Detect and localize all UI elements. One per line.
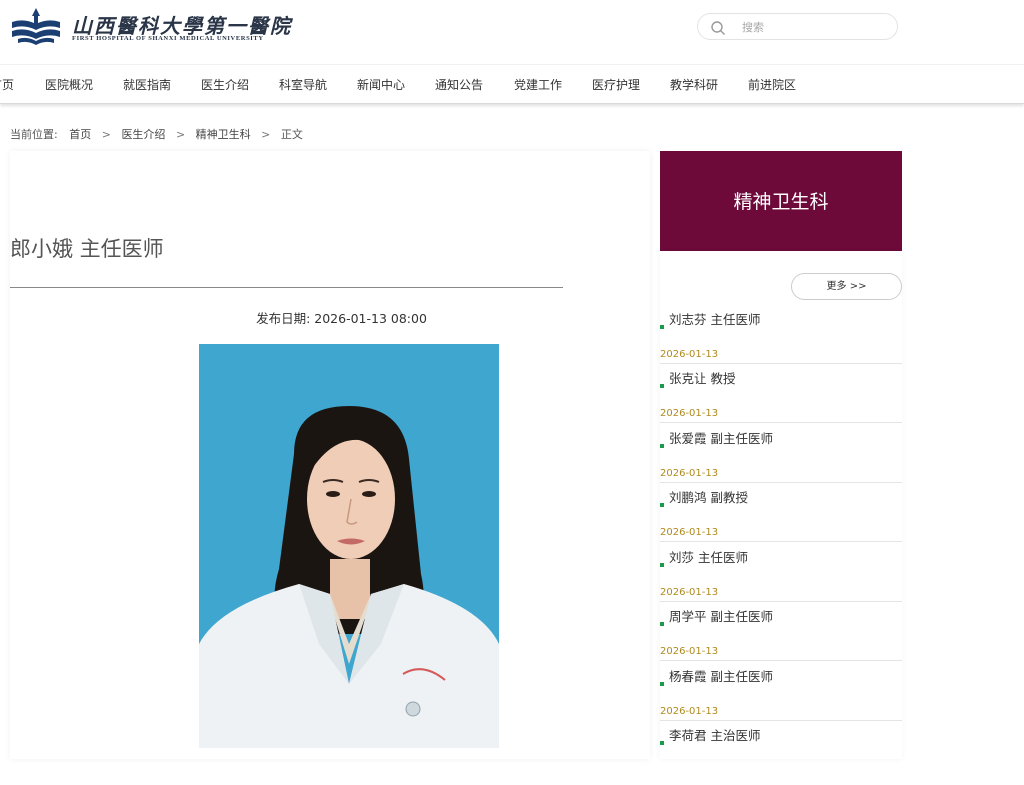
bullet-icon [660, 444, 664, 448]
doctor-portrait-image [199, 344, 499, 748]
list-divider [660, 482, 902, 483]
site-header: 山西醫科大學第一醫院 FIRST HOSPITAL OF SHANXI MEDI… [0, 0, 1024, 64]
bullet-icon [660, 325, 664, 329]
breadcrumb-home[interactable]: 首页 [69, 126, 91, 142]
list-divider [660, 363, 902, 364]
list-divider [660, 601, 902, 602]
nav-item-home[interactable]: 首页 [0, 76, 14, 93]
doctor-link[interactable]: 杨春霞 副主任医师 [669, 666, 773, 685]
nav-item-qianjin-campus[interactable]: 前进院区 [748, 76, 796, 93]
nav-item-visit-guide[interactable]: 就医指南 [123, 76, 171, 93]
doctor-date: 2026-01-13 [660, 527, 719, 538]
list-item[interactable]: 杨春霞 副主任医师 2026-01-13 [660, 666, 902, 726]
hospital-logo[interactable]: 山西醫科大學第一醫院 FIRST HOSPITAL OF SHANXI MEDI… [10, 6, 290, 46]
sidebar-title: 精神卫生科 [733, 191, 829, 213]
main-nav: 首页 医院概况 就医指南 医生介绍 科室导航 新闻中心 通知公告 党建工作 医疗… [0, 64, 1024, 104]
doctor-link[interactable]: 周学平 副主任医师 [669, 606, 773, 625]
doctor-link[interactable]: 李荷君 主治医师 [669, 725, 760, 744]
list-item[interactable]: 刘志芬 主任医师 2026-01-13 [660, 309, 902, 369]
doctor-link[interactable]: 张爱霞 副主任医师 [669, 428, 773, 447]
breadcrumb: 当前位置: 首页 > 医生介绍 > 精神卫生科 > 正文 [10, 126, 303, 142]
nav-item-medical-nursing[interactable]: 医疗护理 [592, 76, 640, 93]
page-title: 郎小娥 主任医师 [10, 237, 164, 261]
publish-date: 发布日期: 2026-01-13 08:00 [10, 308, 673, 327]
hospital-emblem-icon [12, 8, 60, 45]
list-divider [660, 422, 902, 423]
doctor-link[interactable]: 刘鹏鸿 副教授 [669, 487, 748, 506]
breadcrumb-label: 当前位置: [10, 128, 58, 141]
list-item[interactable]: 周学平 副主任医师 2026-01-13 [660, 606, 902, 666]
list-item[interactable]: 李荷君 主治医师 [660, 725, 902, 785]
nav-item-party-building[interactable]: 党建工作 [514, 76, 562, 93]
publish-date-value: 2026-01-13 08:00 [314, 311, 427, 326]
doctor-date: 2026-01-13 [660, 408, 719, 419]
nav-item-teaching-research[interactable]: 教学科研 [670, 76, 718, 93]
doctor-date: 2026-01-13 [660, 468, 719, 479]
article-panel: 郎小娥 主任医师 发布日期: 2026-01-13 08:00 [10, 151, 650, 759]
doctor-date: 2026-01-13 [660, 587, 719, 598]
doctor-link[interactable]: 刘志芬 主任医师 [669, 309, 760, 328]
nav-item-hospital-overview[interactable]: 医院概况 [45, 76, 93, 93]
nav-item-notices[interactable]: 通知公告 [435, 76, 483, 93]
bullet-icon [660, 384, 664, 388]
doctor-photo [199, 344, 499, 748]
publish-date-label: 发布日期: [256, 311, 311, 326]
bullet-icon [660, 503, 664, 507]
more-button[interactable]: 更多 >> [791, 273, 902, 300]
bullet-icon [660, 682, 664, 686]
search-input[interactable] [742, 18, 882, 36]
doctor-date: 2026-01-13 [660, 646, 719, 657]
list-divider [660, 720, 902, 721]
sidebar-list: 更多 >> 刘志芬 主任医师 2026-01-13 张克让 教授 2026-01… [660, 251, 902, 759]
list-item[interactable]: 刘莎 主任医师 2026-01-13 [660, 547, 902, 607]
breadcrumb-separator: > [261, 128, 271, 141]
list-item[interactable]: 张爱霞 副主任医师 2026-01-13 [660, 428, 902, 488]
list-item[interactable]: 张克让 教授 2026-01-13 [660, 368, 902, 428]
breadcrumb-separator: > [175, 128, 186, 141]
breadcrumb-separator: > [101, 128, 111, 141]
bullet-icon [660, 563, 664, 567]
breadcrumb-doctors[interactable]: 医生介绍 [121, 126, 165, 142]
doctor-date: 2026-01-13 [660, 349, 719, 360]
sidebar-header: 精神卫生科 [660, 151, 902, 251]
doctor-link[interactable]: 张克让 教授 [669, 368, 735, 387]
logo-english-name: FIRST HOSPITAL OF SHANXI MEDICAL UNIVERS… [72, 35, 264, 42]
breadcrumb-current: 正文 [280, 128, 303, 141]
list-divider [660, 541, 902, 542]
list-item[interactable]: 刘鹏鸿 副教授 2026-01-13 [660, 487, 902, 547]
nav-item-doctors[interactable]: 医生介绍 [201, 76, 249, 93]
nav-item-news[interactable]: 新闻中心 [357, 76, 405, 93]
nav-item-departments[interactable]: 科室导航 [279, 76, 327, 93]
list-divider [660, 660, 902, 661]
title-divider [10, 287, 563, 288]
breadcrumb-department[interactable]: 精神卫生科 [196, 126, 251, 142]
search-icon[interactable] [710, 20, 726, 36]
search-box[interactable] [697, 13, 898, 40]
doctor-date: 2026-01-13 [660, 706, 719, 717]
bullet-icon [660, 622, 664, 626]
doctor-link[interactable]: 刘莎 主任医师 [669, 547, 748, 566]
bullet-icon [660, 741, 664, 745]
